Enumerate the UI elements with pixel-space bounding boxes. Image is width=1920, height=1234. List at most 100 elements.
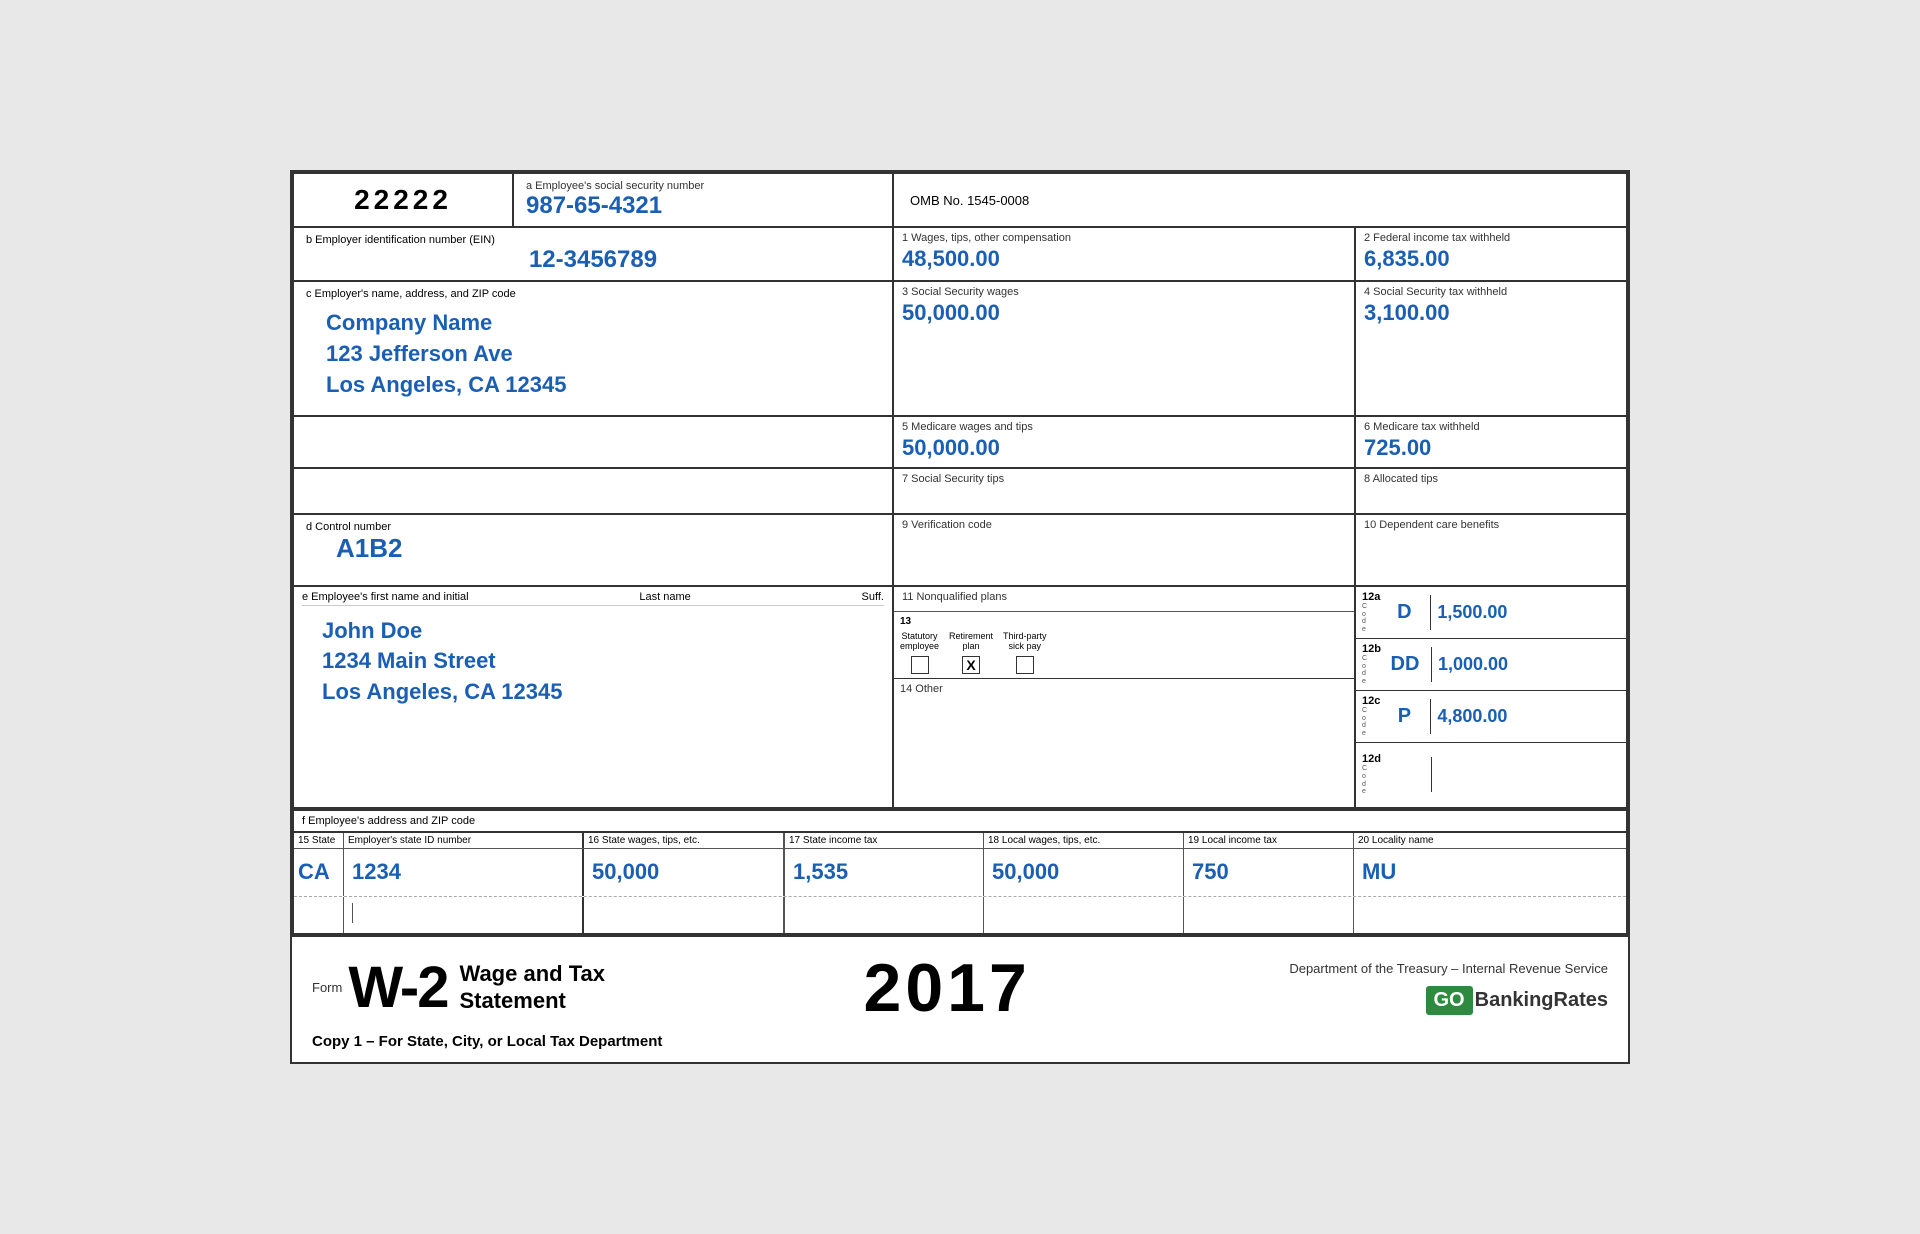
box12a-num: 12a <box>1362 591 1380 603</box>
thirdparty-checkbox <box>1016 656 1034 674</box>
box12a-value: 1,500.00 <box>1437 602 1507 623</box>
box12b-divider <box>1431 647 1432 682</box>
state-value-17: 1,535 <box>784 849 984 896</box>
footer-year: 2017 <box>864 949 1031 1027</box>
box12c-divider <box>1430 699 1431 734</box>
box13-cell: 13 Statutoryemployee Retirementplan X Th… <box>894 612 1354 680</box>
footer-copy: Copy 1 – For State, City, or Local Tax D… <box>312 1033 1608 1050</box>
go-banking-rates: GO BankingRates <box>1289 986 1608 1015</box>
box12b-value: 1,000.00 <box>1438 654 1508 675</box>
box11-label: 11 Nonqualified plans <box>902 591 1346 603</box>
box10-cell: 10 Dependent care benefits <box>1356 515 1626 585</box>
box12a-code: D <box>1384 601 1424 624</box>
box2-value: 6,835.00 <box>1364 244 1618 274</box>
control-value: A1B2 <box>306 533 880 564</box>
employee-name-cell: e Employee's first name and initial Last… <box>294 587 894 807</box>
box6-value: 725.00 <box>1364 433 1618 463</box>
box12a-cell: 12a Code D 1,500.00 <box>1356 587 1626 639</box>
employer-name-cont <box>294 417 894 467</box>
employee-address-label: f Employee's address and ZIP code <box>302 815 902 827</box>
box4-label: 4 Social Security tax withheld <box>1364 286 1618 298</box>
state-header-19: 19 Local income tax <box>1184 833 1354 848</box>
state-value-id: 1234 <box>344 849 584 896</box>
retirement-checkbox: X <box>962 656 980 674</box>
employer-name: Company Name <box>326 308 860 339</box>
box7-label: 7 Social Security tips <box>902 473 1346 485</box>
state-header-17: 17 State income tax <box>784 833 984 848</box>
employee-labels: e Employee's first name and initial Last… <box>302 591 884 606</box>
state-header-18: 18 Local wages, tips, etc. <box>984 833 1184 848</box>
box12d-divider <box>1431 757 1432 792</box>
box14-cell: 14 Other <box>894 679 1354 806</box>
box1-label: 1 Wages, tips, other compensation <box>902 232 1346 244</box>
box12c-num: 12c <box>1362 695 1380 707</box>
box13-statutory: Statutoryemployee <box>900 631 939 675</box>
state-value-16: 50,000 <box>584 849 784 896</box>
box14-label: 14 Other <box>900 683 1348 695</box>
box7-value <box>902 485 1346 489</box>
employer-street: 123 Jefferson Ave <box>326 339 860 370</box>
box5-value: 50,000.00 <box>902 433 1346 463</box>
middle-boxes: 11 Nonqualified plans 13 Statutoryemploy… <box>894 587 1356 807</box>
state-header-row: 15 State Employer's state ID number 16 S… <box>294 833 1626 849</box>
footer-dept: Department of the Treasury – Internal Re… <box>1289 961 1608 976</box>
box12a-divider <box>1430 595 1431 630</box>
control-cell: d Control number A1B2 <box>294 515 894 585</box>
box11-cell: 11 Nonqualified plans <box>894 587 1354 612</box>
state-section: 15 State Employer's state ID number 16 S… <box>294 833 1626 933</box>
box12d-cell: 12d Code <box>1356 743 1626 807</box>
box9-label: 9 Verification code <box>902 519 1346 531</box>
box8-cell: 8 Allocated tips <box>1356 469 1626 513</box>
box14-value <box>900 695 1348 699</box>
box3-label: 3 Social Security wages <box>902 286 1346 298</box>
box12b-cell: 12b Code DD 1,000.00 <box>1356 639 1626 691</box>
state-data-row2 <box>294 897 1626 933</box>
ssn-value: 987-65-4321 <box>526 192 880 220</box>
state-value-19: 750 <box>1184 849 1354 896</box>
box10-value <box>1364 531 1618 535</box>
state-header-20: 20 Locality name <box>1354 833 1626 848</box>
box3-cell: 3 Social Security wages 50,000.00 <box>894 282 1356 414</box>
ein-cell: b Employer identification number (EIN) 1… <box>294 228 894 280</box>
box8-label: 8 Allocated tips <box>1364 473 1618 485</box>
statutory-checkbox <box>911 656 929 674</box>
box7-cell: 7 Social Security tips <box>894 469 1356 513</box>
employer-name-cont2 <box>294 469 894 513</box>
banking-rates-label: BankingRates <box>1475 989 1608 1012</box>
state-header-15-state: 15 State <box>294 833 344 848</box>
box12c-cell: 12c Code P 4,800.00 <box>1356 691 1626 743</box>
box1-value: 48,500.00 <box>902 244 1346 274</box>
w2-form: 22222 a Employee's social security numbe… <box>290 170 1630 1063</box>
box12b-num: 12b <box>1362 643 1381 655</box>
footer: Form W-2 Wage and Tax Statement 2017 Dep… <box>292 935 1628 1062</box>
ssn-label: a Employee's social security number <box>526 180 880 192</box>
state-data-row1: CA 1234 50,000 1,535 50,000 750 <box>294 849 1626 897</box>
employer-name-label: c Employer's name, address, and ZIP code <box>306 288 880 300</box>
box12d-num: 12d <box>1362 753 1381 765</box>
omb-label: OMB No. 1545-0008 <box>910 193 1029 208</box>
box13-thirdparty: Third-partysick pay <box>1003 631 1047 675</box>
box3-value: 50,000.00 <box>902 298 1346 328</box>
employee-address-label-row: f Employee's address and ZIP code <box>294 809 1626 833</box>
box11-value <box>902 603 1346 607</box>
box5-label: 5 Medicare wages and tips <box>902 421 1346 433</box>
state-value-state: CA <box>294 849 344 896</box>
box-number: 22222 <box>294 174 514 226</box>
box13-label: 13 <box>900 616 1348 627</box>
employee-name: John Doe <box>322 616 864 647</box>
box2-label: 2 Federal income tax withheld <box>1364 232 1618 244</box>
box12-cells: 12a Code D 1,500.00 12b Code DD 1,000.00 <box>1356 587 1626 807</box>
employer-city: Los Angeles, CA 12345 <box>326 370 860 401</box>
state-header-15-id: Employer's state ID number <box>344 833 584 848</box>
employee-suff-label: Suff. <box>862 591 884 603</box>
footer-title2: Statement <box>460 988 605 1014</box>
box1-cell: 1 Wages, tips, other compensation 48,500… <box>894 228 1356 280</box>
omb-cell: OMB No. 1545-0008 <box>894 174 1626 226</box>
footer-left: Form W-2 Wage and Tax Statement <box>312 959 605 1017</box>
box6-cell: 6 Medicare tax withheld 725.00 <box>1356 417 1626 467</box>
state-value-18: 50,000 <box>984 849 1184 896</box>
footer-title: Wage and Tax Statement <box>460 961 605 1014</box>
ssn-cell: a Employee's social security number 987-… <box>514 174 894 226</box>
box9-cell: 9 Verification code <box>894 515 1356 585</box>
box12b-code: DD <box>1385 653 1425 676</box>
